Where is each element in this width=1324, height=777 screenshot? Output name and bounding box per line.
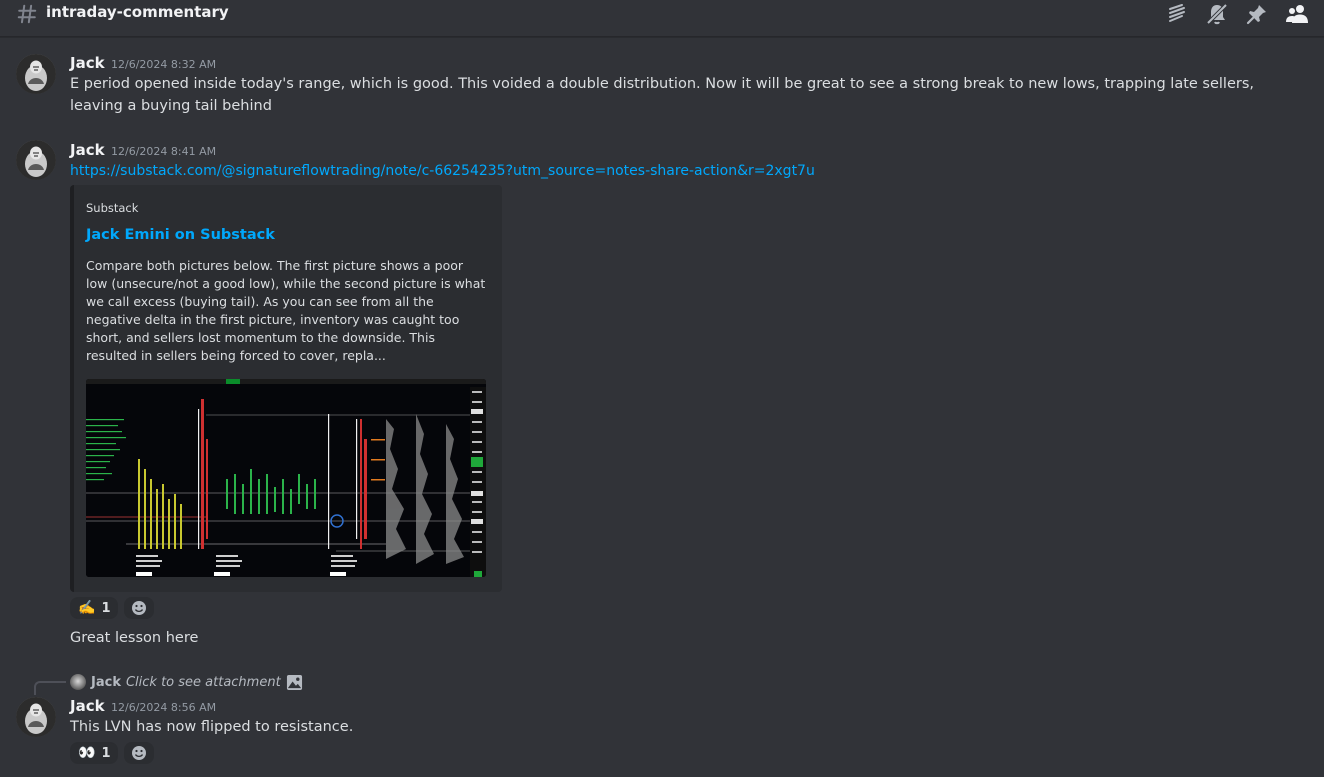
reply-reference[interactable]: Jack Click to see attachment — [70, 673, 303, 691]
threads-icon[interactable] — [1164, 1, 1190, 27]
hash-icon — [17, 4, 37, 24]
reactions: ✍️ 1 — [70, 597, 155, 619]
members-icon[interactable] — [1284, 1, 1310, 27]
smiley-icon — [132, 601, 147, 615]
channel-name: intraday-commentary — [46, 3, 229, 21]
author-name[interactable]: Jack — [70, 141, 105, 159]
channel-header: intraday-commentary — [0, 0, 1324, 37]
eyes-icon: 👀 — [78, 745, 96, 761]
reply-author[interactable]: Jack — [91, 675, 121, 690]
reply-text[interactable]: Click to see attachment — [126, 675, 281, 690]
message-content: This LVN has now flipped to resistance. — [70, 719, 354, 735]
header-toolbar — [1164, 1, 1310, 27]
smiley-icon — [132, 746, 147, 760]
reply-avatar — [70, 674, 86, 690]
add-reaction-button[interactable] — [124, 742, 155, 764]
author-name[interactable]: Jack — [70, 697, 105, 715]
message-timestamp: 12/6/2024 8:41 AM — [111, 145, 217, 158]
reaction-count: 1 — [101, 600, 111, 616]
message-content: E period opened inside today's range, wh… — [70, 76, 1255, 114]
link-embed: Substack Jack Emini on Substack Compare … — [70, 185, 502, 592]
message-content: Great lesson here — [70, 630, 199, 646]
writing-hand-icon: ✍️ — [78, 600, 96, 616]
image-icon — [286, 674, 302, 690]
discord-app: intraday-commentary Jack 12/6/2024 8:32 … — [0, 0, 1324, 777]
embed-title[interactable]: Jack Emini on Substack — [86, 227, 275, 243]
avatar[interactable] — [16, 140, 56, 180]
avatar[interactable] — [16, 697, 56, 737]
message-timestamp: 12/6/2024 8:32 AM — [111, 58, 217, 71]
mute-icon[interactable] — [1204, 1, 1230, 27]
message-link[interactable]: https://substack.com/@signatureflowtradi… — [70, 160, 1310, 182]
embed-description: Compare both pictures below. The first p… — [86, 258, 486, 363]
reaction-eyes[interactable]: 👀 1 — [70, 742, 119, 764]
author-name[interactable]: Jack — [70, 54, 105, 72]
message-timestamp: 12/6/2024 8:56 AM — [111, 701, 217, 714]
avatar[interactable] — [16, 54, 56, 94]
embed-image[interactable] — [86, 379, 486, 577]
reply-connector — [34, 681, 66, 695]
embed-provider[interactable]: Substack — [86, 201, 138, 215]
reactions: 👀 1 — [70, 742, 155, 764]
pin-icon[interactable] — [1244, 1, 1270, 27]
reaction-writing-hand[interactable]: ✍️ 1 — [70, 597, 119, 619]
add-reaction-button[interactable] — [124, 597, 155, 619]
reaction-count: 1 — [101, 745, 111, 761]
